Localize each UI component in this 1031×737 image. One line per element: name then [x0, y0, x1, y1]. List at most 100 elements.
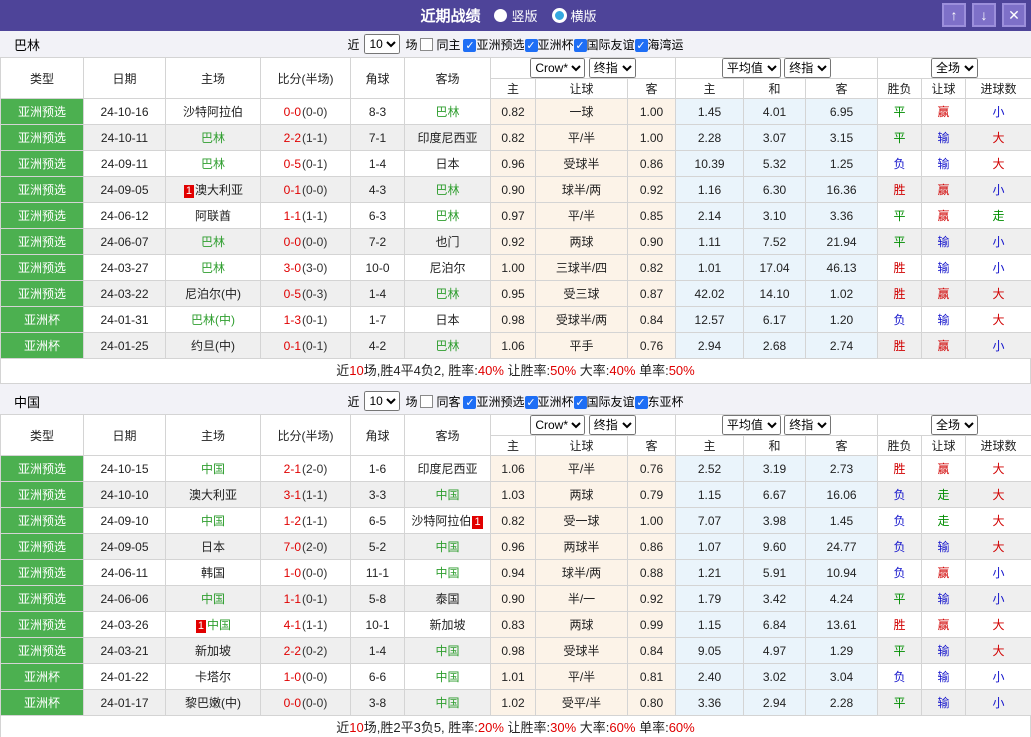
match-type: 亚洲杯: [0, 663, 84, 690]
subcol-header: 主: [490, 435, 536, 456]
summary-segment: 10: [349, 363, 364, 378]
fulltime-select[interactable]: 全场: [931, 58, 979, 78]
match-date: 24-09-05: [83, 533, 166, 560]
same-venue-checkbox[interactable]: [420, 37, 434, 51]
team-label: 中国: [200, 514, 225, 528]
match-row: 亚洲预选 24-03-26 1 中国 4-1(1-1) 10-1 新加坡 0.83…: [0, 611, 1031, 638]
radio-vertical-layout[interactable]: 竖版: [494, 6, 538, 25]
result-wdl: 胜: [877, 280, 923, 307]
close-button[interactable]: ✕: [1002, 3, 1026, 27]
result-handicap: 输: [921, 306, 967, 333]
home-team: 沙特阿拉伯: [165, 98, 261, 125]
away-team: 巴林: [404, 280, 491, 307]
home-team: 中国: [165, 507, 261, 534]
col-header: 类型: [0, 57, 84, 99]
scroll-down-button[interactable]: ↓: [972, 3, 996, 27]
result-goals: 大: [965, 306, 1031, 333]
competition-checkbox[interactable]: ✓: [524, 38, 538, 52]
team-label: 沙特阿拉伯: [182, 105, 243, 119]
odds-home: 1.06: [490, 455, 536, 482]
odds-away: 0.81: [626, 663, 677, 690]
scroll-up-button[interactable]: ↑: [942, 3, 966, 27]
fulltime-score: 0-0: [283, 695, 301, 710]
summary-line: 近10场,胜4平4负2, 胜率:40% 让胜率:50% 大率:40% 单率:50…: [0, 359, 1031, 384]
final-odds-select[interactable]: 终指: [588, 415, 636, 435]
score-cell: 0-0(0-0): [260, 228, 351, 255]
team-label: 巴林: [435, 183, 460, 197]
radio-horizontal-layout[interactable]: 横版: [551, 6, 597, 25]
average-select[interactable]: 平均值: [721, 58, 781, 78]
competition-checkbox[interactable]: ✓: [573, 38, 587, 52]
bookmaker-select[interactable]: Crow*: [530, 415, 586, 435]
competition-checkbox[interactable]: ✓: [463, 38, 477, 52]
match-date: 24-10-10: [83, 481, 166, 508]
subcol-header: 客: [805, 78, 879, 99]
halftime-score: (0-0): [302, 695, 328, 710]
recent-count-select[interactable]: 10: [364, 34, 401, 54]
match-date: 24-10-15: [83, 455, 166, 482]
home-team: 巴林: [165, 228, 261, 255]
fulltime-score: 0-0: [283, 104, 301, 119]
same-venue-checkbox[interactable]: [420, 394, 434, 408]
odds-home: 1.01: [490, 663, 536, 690]
match-row: 亚洲预选 24-10-10 澳大利亚 3-1(1-1) 3-3 中国 1.03 …: [0, 481, 1031, 508]
avg-home: 1.16: [675, 176, 745, 203]
odds-handicap: 平/半: [535, 202, 628, 229]
summary-segment: 30%: [550, 720, 577, 735]
away-team: 中国: [404, 559, 491, 586]
team-label: 印度尼西亚: [417, 462, 478, 476]
bookmaker-select[interactable]: Crow*: [530, 58, 586, 78]
fulltime-select[interactable]: 全场: [931, 415, 979, 435]
home-team: 韩国: [165, 559, 261, 586]
halftime-score: (0-1): [302, 156, 328, 171]
home-team: 新加坡: [165, 637, 261, 664]
competition-checkbox[interactable]: ✓: [634, 395, 648, 409]
avg-away: 10.94: [805, 559, 879, 586]
average-select[interactable]: 平均值: [721, 415, 781, 435]
avg-draw: 5.91: [743, 559, 807, 586]
avg-draw: 17.04: [743, 254, 807, 281]
result-goals: 大: [965, 150, 1031, 177]
summary-segment: 场,胜4平4负2, 胜率:: [363, 363, 478, 378]
odds-handicap: 平/半: [535, 124, 628, 151]
filter-bar: 巴林 近 10 场 同主 ✓ 亚洲预选 ✓ 亚洲杯 ✓ 国际友谊 ✓ 海湾运: [0, 31, 1031, 57]
radio-icon[interactable]: [494, 9, 508, 22]
match-type: 亚洲预选: [0, 637, 84, 664]
match-type: 亚洲杯: [0, 332, 84, 359]
match-type: 亚洲预选: [0, 124, 84, 151]
final-odds-select[interactable]: 终指: [784, 58, 832, 78]
away-team: 印度尼西亚: [404, 124, 491, 151]
match-type: 亚洲预选: [0, 280, 84, 307]
home-team: 尼泊尔(中): [165, 280, 261, 307]
competition-checkbox[interactable]: ✓: [573, 395, 587, 409]
home-team: 卡塔尔: [165, 663, 261, 690]
team-label: 巴林: [200, 235, 225, 249]
final-odds-select[interactable]: 终指: [588, 58, 636, 78]
competition-checkbox[interactable]: ✓: [634, 38, 648, 52]
score-cell: 0-5(0-3): [260, 280, 351, 307]
competition-checkbox[interactable]: ✓: [463, 395, 477, 409]
red-card-badge: 1: [195, 620, 207, 633]
score-cell: 2-1(2-0): [260, 455, 351, 482]
recent-count-select[interactable]: 10: [364, 391, 401, 411]
final-odds-select[interactable]: 终指: [784, 415, 832, 435]
avg-away: 6.95: [805, 98, 879, 125]
halftime-score: (2-0): [302, 461, 328, 476]
subcol-header: 进球数: [965, 435, 1031, 456]
result-handicap: 走: [921, 507, 967, 534]
competition-checkbox[interactable]: ✓: [524, 395, 538, 409]
odds-home: 0.90: [490, 585, 536, 612]
corners: 1-4: [350, 280, 405, 307]
team-section: 中国 近 10 场 同客 ✓ 亚洲预选 ✓ 亚洲杯 ✓ 国际友谊 ✓ 东亚杯 类型: [0, 388, 1031, 737]
avg-draw: 3.42: [743, 585, 807, 612]
subcol-header: 胜负: [877, 78, 923, 99]
subcol-header: 客: [805, 435, 879, 456]
match-date: 24-01-17: [83, 689, 166, 716]
page-title: 近期战绩: [420, 8, 481, 25]
odds-handicap: 半/一: [535, 585, 628, 612]
fulltime-score: 1-2: [283, 513, 301, 528]
avg-away: 1.02: [805, 280, 879, 307]
team-label: 中国: [435, 566, 460, 580]
matches-body: 亚洲预选 24-10-15 中国 2-1(2-0) 1-6 印度尼西亚 1.06…: [0, 455, 1031, 716]
radio-icon[interactable]: [551, 8, 567, 23]
